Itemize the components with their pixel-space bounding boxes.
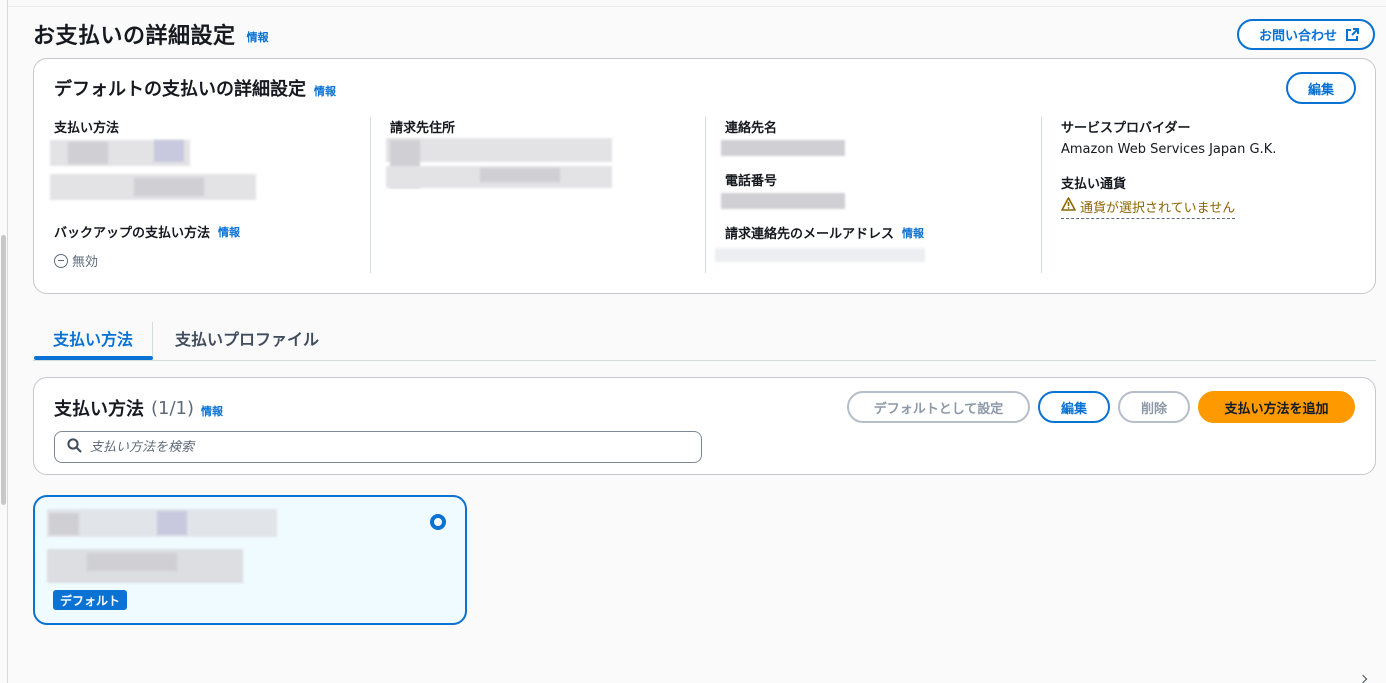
payment-method-item[interactable]: デフォルト [33,495,467,625]
phone-redacted [721,191,1035,209]
payment-methods-header: 支払い方法 (1/1) 情報 [54,395,223,421]
payment-methods-title: 支払い方法 [54,399,144,420]
currency-warning[interactable]: 通貨が選択されていません [1061,196,1351,219]
set-default-button[interactable]: デフォルトとして設定 [847,391,1030,423]
billing-address-redacted [386,138,700,208]
backup-method-label: バックアップの支払い方法 [54,226,211,241]
backup-status: 無効 [54,251,364,270]
payment-method-item-redacted [47,509,287,585]
chevron-right-icon [1358,674,1368,683]
contact-us-button[interactable]: お問い合わせ [1236,19,1375,50]
page-info-link[interactable]: 情報 [247,31,269,44]
billing-email-info-link[interactable]: 情報 [902,225,924,241]
default-settings-title: デフォルトの支払いの詳細設定 [54,79,306,100]
search-input[interactable] [90,439,650,455]
column-divider [1041,117,1042,273]
edit-default-settings-button[interactable]: 編集 [1285,72,1356,104]
scrollbar-thumb[interactable] [1,235,6,505]
payment-methods-count: (1/1) [151,397,195,419]
payment-methods-card: 支払い方法 (1/1) 情報 デフォルトとして設定 編集 削除 支払い方法を追加 [33,377,1376,475]
default-badge: デフォルト [53,590,128,610]
active-tab-indicator [34,356,153,360]
contact-us-label: お問い合わせ [1258,28,1337,43]
tab-divider [152,322,153,356]
add-payment-method-button[interactable]: 支払い方法を追加 [1198,391,1355,423]
backup-info-link[interactable]: 情報 [218,224,240,240]
default-settings-card: デフォルトの支払いの詳細設定 情報 編集 支払い方法 バックアップの支払い方法 … [33,58,1376,294]
default-settings-header: デフォルトの支払いの詳細設定 情報 [54,75,336,101]
billing-email-label: 請求連絡先のメールアドレス [725,227,895,242]
top-divider [8,6,1386,7]
contact-name-redacted [721,138,1035,156]
page-header: お支払いの詳細設定 情報 [33,18,1376,52]
service-provider-label: サービスプロバイダー [1061,121,1191,136]
tab-payment-methods[interactable]: 支払い方法 [53,326,133,350]
currency-warning-text: 通貨が選択されていません [1080,200,1236,216]
phone-label: 電話番号 [725,174,778,189]
billing-address-label: 請求先住所 [390,121,456,136]
search-icon [67,437,82,457]
warning-icon [1061,197,1076,215]
payment-method-column: 支払い方法 バックアップの支払い方法 情報 無効 [50,117,364,273]
minus-circle-icon [54,253,68,268]
billing-email-redacted [715,246,1035,264]
column-divider [705,117,706,273]
provider-column: サービスプロバイダー Amazon Web Services Japan G.K… [1061,117,1351,273]
left-rail [0,0,8,683]
payment-method-redacted [50,138,364,208]
contact-column: 連絡先名 電話番号 請求連絡先のメールアドレス 情報 [715,117,1035,273]
currency-label: 支払い通貨 [1061,177,1127,192]
radio-selected-icon[interactable] [430,514,446,530]
backup-status-text: 無効 [72,255,99,270]
payment-method-label: 支払い方法 [54,121,120,136]
billing-address-column: 請求先住所 [386,117,700,273]
delete-payment-method-button[interactable]: 削除 [1118,391,1190,423]
page-title: お支払いの詳細設定 [33,24,236,49]
contact-name-label: 連絡先名 [725,121,778,136]
default-settings-info-link[interactable]: 情報 [314,83,336,99]
billing-email-row: 請求連絡先のメールアドレス 情報 [725,223,1035,243]
external-link-icon [1345,27,1359,42]
column-divider [370,117,371,273]
backup-method-row: バックアップの支払い方法 情報 [54,222,364,242]
payment-methods-info-link[interactable]: 情報 [201,403,223,419]
edit-payment-method-button[interactable]: 編集 [1038,391,1110,423]
payment-methods-actions: デフォルトとして設定 編集 削除 支払い方法を追加 [847,391,1355,423]
service-provider-value: Amazon Web Services Japan G.K. [1061,142,1277,157]
tab-payment-profiles[interactable]: 支払いプロファイル [175,326,319,350]
search-field[interactable] [54,431,702,463]
billing-preferences-page: お支払いの詳細設定 情報 お問い合わせ デフォルトの支払いの詳細設定 情報 編集… [0,0,1386,683]
tabs: 支払い方法 支払いプロファイル [33,318,1376,361]
